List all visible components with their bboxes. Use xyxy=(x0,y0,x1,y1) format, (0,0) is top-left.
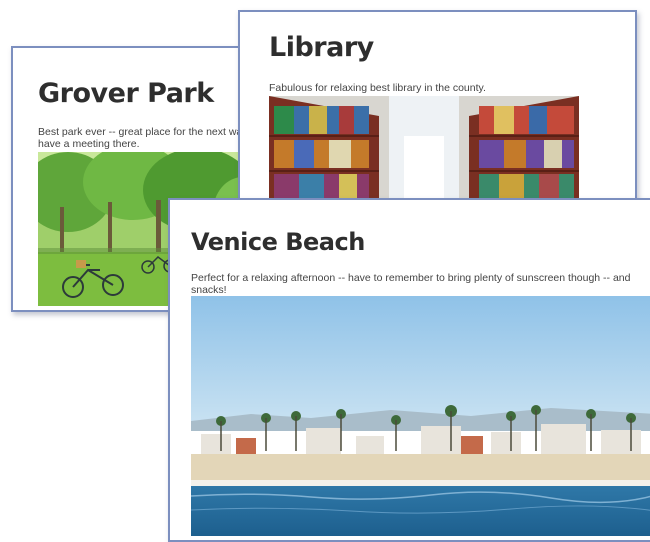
card-title: Grover Park xyxy=(38,78,214,109)
library-photo xyxy=(269,96,579,208)
card-title: Venice Beach xyxy=(191,228,365,256)
card-title: Library xyxy=(269,32,374,63)
beach-photo xyxy=(191,296,650,536)
card-venice-beach[interactable]: Venice Beach Perfect for a relaxing afte… xyxy=(168,198,650,542)
card-library[interactable]: Library Fabulous for relaxing best libra… xyxy=(238,10,637,210)
card-description: Perfect for a relaxing afternoon -- have… xyxy=(191,272,631,296)
card-description: Fabulous for relaxing best library in th… xyxy=(269,82,486,94)
